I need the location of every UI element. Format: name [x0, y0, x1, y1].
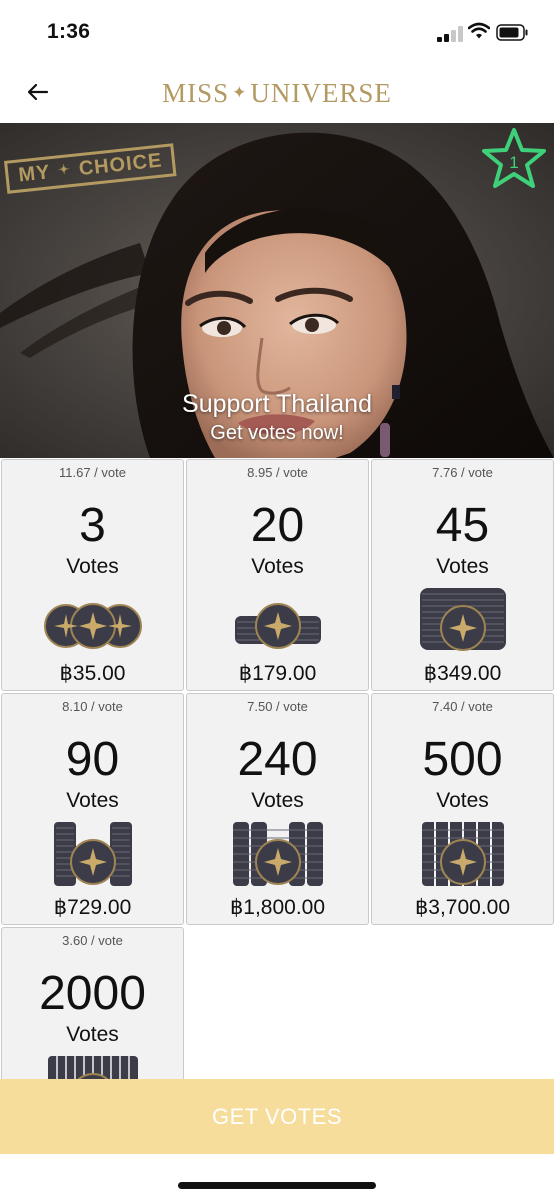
coin-stack-icon	[54, 822, 132, 886]
coin-stack-icon	[420, 588, 506, 651]
price-per-vote: 7.76 / vote	[432, 465, 493, 480]
package-price: ฿729.00	[53, 896, 132, 919]
cellular-signal-icon	[437, 26, 463, 42]
vote-count: 500	[422, 733, 503, 786]
vote-unit: Votes	[251, 789, 304, 812]
package-price: ฿3,700.00	[414, 896, 511, 919]
vote-count: 3	[79, 499, 106, 552]
wifi-icon	[468, 22, 490, 39]
home-indicator[interactable]	[178, 1182, 376, 1189]
coin-stack-icon	[422, 822, 504, 886]
nav-bar: MISS ✦ UNIVERSE	[0, 62, 554, 122]
status-time: 1:36	[47, 20, 91, 43]
vote-count: 2000	[39, 967, 146, 1020]
battery-icon	[496, 24, 528, 41]
price-per-vote: 11.67 / vote	[59, 465, 126, 480]
package-price: ฿35.00	[59, 662, 126, 685]
package-price: ฿349.00	[423, 662, 502, 685]
price-per-vote: 7.50 / vote	[247, 699, 308, 714]
vote-count: 45	[435, 499, 490, 552]
vote-unit: Votes	[66, 789, 119, 812]
rank-number: 1	[509, 153, 519, 172]
vote-unit: Votes	[251, 555, 304, 578]
package-price: ฿179.00	[238, 662, 317, 685]
vote-count: 240	[237, 733, 318, 786]
hero-subtitle: Get votes now!	[210, 422, 344, 444]
brand-logo: MISS ✦ UNIVERSE	[0, 78, 554, 109]
vote-count: 20	[250, 499, 305, 552]
hero-banner: MY ✦ CHOICE 1 Support Thailand Get votes…	[0, 123, 554, 458]
vote-package-grid: 11.67 / vote 3 Votes ฿35.00 8.95 / vote …	[0, 458, 554, 1080]
coin-stack-icon	[233, 822, 323, 886]
package-card[interactable]: 11.67 / vote 3 Votes ฿35.00	[1, 459, 184, 691]
badge-left: MY	[17, 161, 52, 187]
brand-star-icon: ✦	[232, 83, 248, 102]
package-card[interactable]: 8.95 / vote 20 Votes ฿179.00	[186, 459, 369, 691]
vote-unit: Votes	[66, 555, 119, 578]
brand-left: MISS	[162, 78, 230, 108]
price-per-vote: 7.40 / vote	[432, 699, 493, 714]
badge-star-icon: ✦	[57, 161, 72, 178]
coin-stack-icon	[44, 603, 142, 649]
vote-unit: Votes	[436, 555, 489, 578]
package-card[interactable]: 7.76 / vote 45 Votes ฿349.00	[371, 459, 554, 691]
coin-stack-icon	[235, 603, 321, 649]
vote-unit: Votes	[436, 789, 489, 812]
vote-count: 90	[65, 733, 120, 786]
package-card[interactable]: 7.50 / vote 240 Votes ฿1,800.00	[186, 693, 369, 925]
get-votes-button[interactable]: GET VOTES	[0, 1079, 554, 1154]
package-card[interactable]: 8.10 / vote 90 Votes ฿729.00	[1, 693, 184, 925]
vote-unit: Votes	[66, 1023, 119, 1046]
coin-stack-icon	[48, 1056, 138, 1080]
badge-right: CHOICE	[77, 149, 164, 181]
package-card[interactable]: 3.60 / vote 2000 Votes	[1, 927, 184, 1080]
price-per-vote: 8.95 / vote	[247, 465, 308, 480]
status-bar: 1:36	[0, 0, 554, 62]
package-price: ฿1,800.00	[229, 896, 326, 919]
price-per-vote: 3.60 / vote	[62, 933, 123, 948]
hero-title: Support Thailand	[182, 390, 372, 418]
brand-right: UNIVERSE	[250, 78, 392, 108]
package-card[interactable]: 7.40 / vote 500 Votes ฿3,700.00	[371, 693, 554, 925]
price-per-vote: 8.10 / vote	[62, 699, 123, 714]
